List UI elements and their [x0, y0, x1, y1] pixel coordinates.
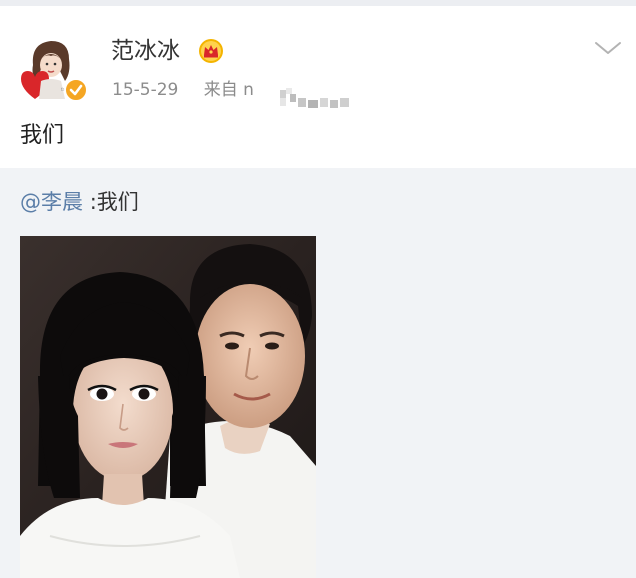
- post-card[interactable]: fan 范冰冰 15-5-29 来自 n: [0, 6, 636, 168]
- repost-mention-link[interactable]: @李晨: [20, 190, 83, 214]
- crown-icon[interactable]: [198, 38, 224, 64]
- chevron-down-icon[interactable]: [593, 38, 623, 58]
- repost-card[interactable]: @李晨 :我们: [0, 168, 636, 578]
- post-text: 我们: [20, 123, 65, 148]
- post-meta: 15-5-29 来自 n: [112, 78, 254, 102]
- post-date: 15-5-29: [112, 80, 179, 100]
- username[interactable]: 范冰冰: [111, 36, 180, 66]
- repost-separator: :: [89, 190, 97, 214]
- mosaic-redaction: [280, 88, 349, 108]
- post-source[interactable]: 来自 n: [204, 80, 254, 100]
- repost-line: @李晨 :我们: [20, 187, 139, 217]
- photo-image: [20, 236, 316, 578]
- repost-text: 我们: [96, 190, 139, 214]
- verified-icon: [64, 78, 88, 102]
- weibo-post-screen: fan 范冰冰 15-5-29 来自 n: [0, 0, 636, 578]
- repost-photo[interactable]: [20, 236, 316, 578]
